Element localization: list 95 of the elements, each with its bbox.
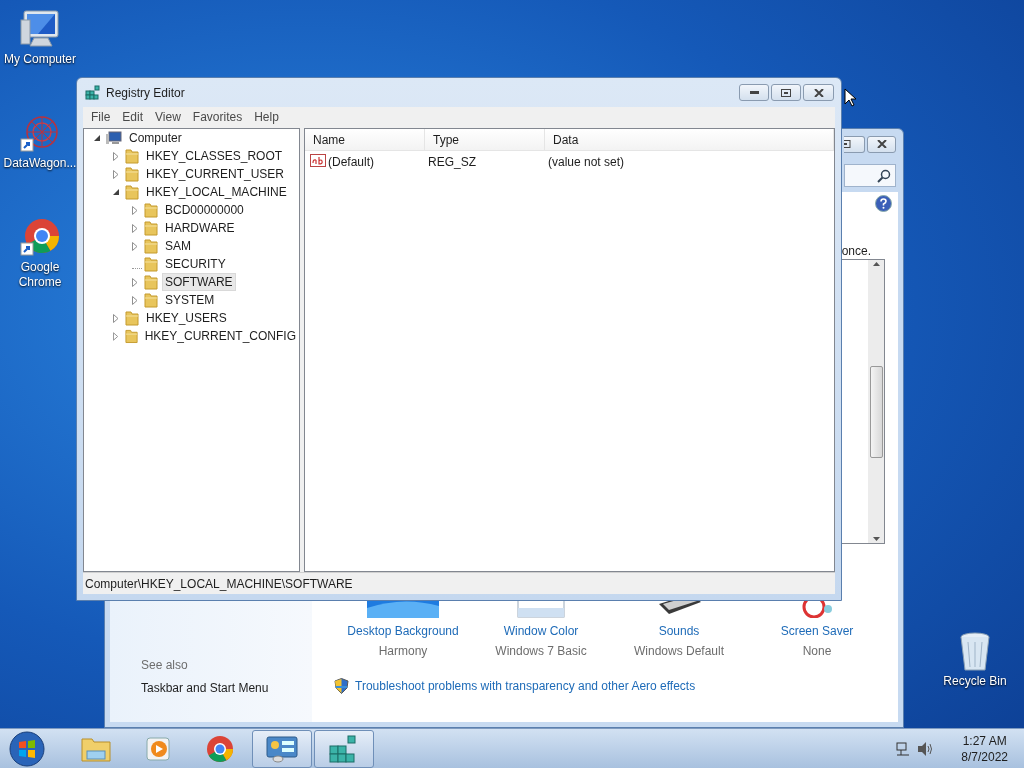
close-icon xyxy=(876,140,887,148)
folder-icon xyxy=(144,202,158,218)
tree-item[interactable]: SOFTWARE xyxy=(162,273,236,291)
setting-link[interactable]: Desktop Background xyxy=(347,623,459,639)
expand-arrow-icon[interactable] xyxy=(132,205,138,215)
desktop-icon-label[interactable]: Recycle Bin xyxy=(936,674,1014,689)
setting-value: Windows 7 Basic xyxy=(495,643,587,659)
table-cell-text: (Default) xyxy=(328,153,374,171)
folder-icon xyxy=(125,166,139,182)
expand-arrow-icon[interactable] xyxy=(113,313,119,323)
shield-icon xyxy=(334,678,349,694)
close-button[interactable] xyxy=(867,135,896,153)
expand-arrow-icon[interactable] xyxy=(132,295,138,305)
mouse-cursor-icon xyxy=(844,88,857,107)
start-button[interactable] xyxy=(7,729,47,768)
tree-item[interactable]: HARDWARE xyxy=(162,219,238,237)
network-icon[interactable] xyxy=(895,740,912,757)
help-icon[interactable] xyxy=(875,195,892,212)
column-header[interactable]: Name xyxy=(305,129,425,150)
maximize-icon xyxy=(781,88,791,97)
folder-icon xyxy=(125,310,139,326)
window-title: Registry Editor xyxy=(106,84,185,102)
desktop-icon-label[interactable]: Google Chrome xyxy=(1,260,79,290)
tree-item[interactable]: HKEY_USERS xyxy=(143,309,230,327)
menu-item[interactable]: Favorites xyxy=(186,107,249,126)
tree-item[interactable]: HKEY_CLASSES_ROOT xyxy=(143,147,286,165)
expand-arrow-icon[interactable] xyxy=(132,223,138,233)
column-header[interactable]: Type xyxy=(425,129,545,150)
taskbar-button[interactable] xyxy=(314,729,374,768)
tree-item[interactable]: HKEY_LOCAL_MACHINE xyxy=(143,183,290,201)
setting-value: Harmony xyxy=(378,643,428,659)
setting-value: Windows Default xyxy=(633,643,724,659)
setting-link[interactable]: Sounds xyxy=(658,623,700,639)
registry-cubes-icon xyxy=(85,84,101,101)
folder-icon xyxy=(144,256,158,272)
setting-link[interactable]: Screen Saver xyxy=(780,623,854,639)
close-button[interactable] xyxy=(803,84,834,101)
tree-item[interactable]: SYSTEM xyxy=(162,291,218,309)
menu-item[interactable]: Edit xyxy=(116,107,150,126)
status-text: Computer\HKEY_LOCAL_MACHINE\SOFTWARE xyxy=(85,575,353,593)
scrollbar[interactable] xyxy=(868,260,884,543)
minimize-button[interactable] xyxy=(739,84,769,101)
sidebar-link[interactable]: Taskbar and Start Menu xyxy=(141,680,312,696)
clock[interactable]: 1:27 AM 8/7/2022 xyxy=(961,732,1008,765)
scroll-down-icon xyxy=(872,537,880,541)
taskbar-button[interactable] xyxy=(252,729,312,768)
setting-link[interactable]: Window Color xyxy=(503,623,579,639)
collapse-arrow-icon[interactable] xyxy=(113,188,120,196)
folder-icon xyxy=(125,148,139,164)
see-also-heading: See also xyxy=(141,657,189,673)
maximize-button[interactable] xyxy=(771,84,801,101)
folder-icon xyxy=(125,184,139,200)
table-cell-text: REG_SZ xyxy=(427,153,477,171)
folder-icon xyxy=(144,274,158,290)
chrome-icon xyxy=(205,733,235,764)
folder-icon xyxy=(144,238,158,254)
instruction-text: once. xyxy=(841,243,871,259)
tree-item[interactable]: SAM xyxy=(162,237,194,255)
expand-arrow-icon[interactable] xyxy=(132,277,138,287)
tree-item[interactable]: HKEY_CURRENT_CONFIG xyxy=(141,327,299,345)
setting-value: None xyxy=(802,643,832,659)
maximize-button[interactable] xyxy=(844,135,865,153)
folder-icon xyxy=(124,328,138,344)
menu-item[interactable]: File xyxy=(85,107,117,126)
media-player-icon xyxy=(144,734,172,763)
desktop-icon-label[interactable]: DataWagon... xyxy=(1,156,79,171)
minimize-icon xyxy=(749,91,759,94)
expand-arrow-icon[interactable] xyxy=(113,151,119,161)
tree-item[interactable]: Computer xyxy=(126,129,185,147)
maximize-icon xyxy=(844,140,851,148)
folder-icon xyxy=(144,292,158,308)
scroll-up-icon xyxy=(872,262,880,266)
column-header[interactable]: Data xyxy=(545,129,834,150)
clock-date: 8/7/2022 xyxy=(961,748,1008,765)
close-icon xyxy=(813,88,824,97)
expand-arrow-icon[interactable] xyxy=(113,331,119,341)
expand-arrow-icon[interactable] xyxy=(132,241,138,251)
menu-item[interactable]: View xyxy=(149,107,187,126)
tree-item[interactable]: BCD00000000 xyxy=(162,201,247,219)
computer-icon xyxy=(106,131,122,145)
scrollbar-thumb[interactable] xyxy=(869,366,883,458)
control-panel-icon xyxy=(266,734,298,763)
collapse-arrow-icon[interactable] xyxy=(94,134,101,142)
string-value-icon xyxy=(310,154,326,169)
table-cell-text: (value not set) xyxy=(547,153,626,171)
menu-item[interactable]: Help xyxy=(248,107,285,126)
expand-arrow-icon[interactable] xyxy=(113,169,119,179)
tree-item[interactable]: SECURITY xyxy=(162,255,229,273)
tree-item[interactable]: HKEY_CURRENT_USER xyxy=(143,165,288,183)
clock-time: 1:27 AM xyxy=(962,732,1007,749)
folder-icon xyxy=(144,220,158,236)
desktop-icon-label[interactable]: My Computer xyxy=(1,52,79,67)
search-field[interactable] xyxy=(844,164,896,187)
troubleshoot-link[interactable]: Troubleshoot problems with transparency and other Aero effects xyxy=(355,678,696,694)
search-icon xyxy=(877,168,891,183)
